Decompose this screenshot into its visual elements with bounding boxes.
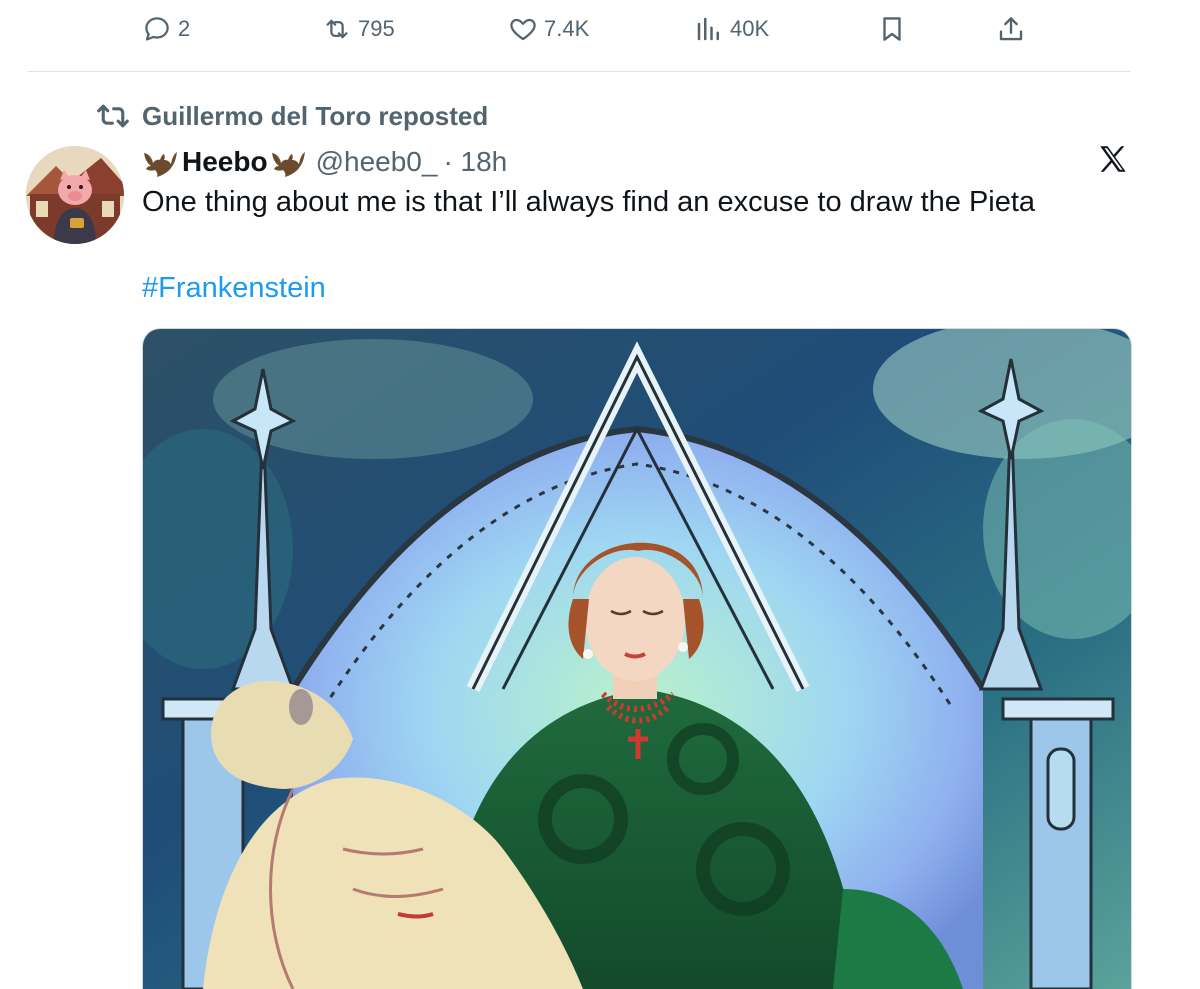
avatar-image xyxy=(26,146,124,244)
tweet-divider xyxy=(28,71,1131,72)
tweet-image[interactable] xyxy=(142,328,1132,989)
bookmark-icon xyxy=(883,17,901,41)
views-count: 40K xyxy=(730,16,770,41)
reply-icon xyxy=(145,17,169,41)
share-icon xyxy=(999,17,1023,41)
repost-icon xyxy=(326,19,348,39)
x-logo-icon[interactable] xyxy=(1096,142,1130,176)
views-icon xyxy=(697,17,719,41)
previous-tweet-action-bar: 2 795 7.4K 40K xyxy=(0,0,1200,60)
display-name[interactable]: Heebo xyxy=(182,146,268,178)
social-context[interactable]: Guillermo del Toro reposted xyxy=(96,98,488,134)
hashtag-link[interactable]: #Frankenstein xyxy=(142,272,326,305)
pieta-illustration xyxy=(143,329,1131,989)
repost-button[interactable]: 795 xyxy=(322,12,395,46)
repost-count: 795 xyxy=(358,16,395,41)
tweet-header: Heebo @heeb0_ · 18h xyxy=(142,140,507,184)
bat-emoji-icon xyxy=(144,152,177,177)
share-button[interactable] xyxy=(996,12,1026,46)
tweet-timestamp[interactable]: · 18h xyxy=(443,146,507,178)
reply-count: 2 xyxy=(178,16,191,41)
user-handle[interactable]: @heeb0_ xyxy=(316,146,438,178)
bat-emoji-icon xyxy=(271,152,305,177)
tweet-text: One thing about me is that I’ll always f… xyxy=(142,186,1036,218)
repost-icon xyxy=(97,104,129,128)
heart-icon xyxy=(510,18,536,41)
bookmark-button[interactable] xyxy=(877,12,907,46)
avatar[interactable] xyxy=(26,146,124,244)
like-button[interactable]: 7.4K xyxy=(508,12,589,46)
views-button[interactable]: 40K xyxy=(694,12,769,46)
reply-button[interactable]: 2 xyxy=(142,12,190,46)
like-count: 7.4K xyxy=(544,16,590,41)
social-context-label: Guillermo del Toro reposted xyxy=(142,100,489,131)
